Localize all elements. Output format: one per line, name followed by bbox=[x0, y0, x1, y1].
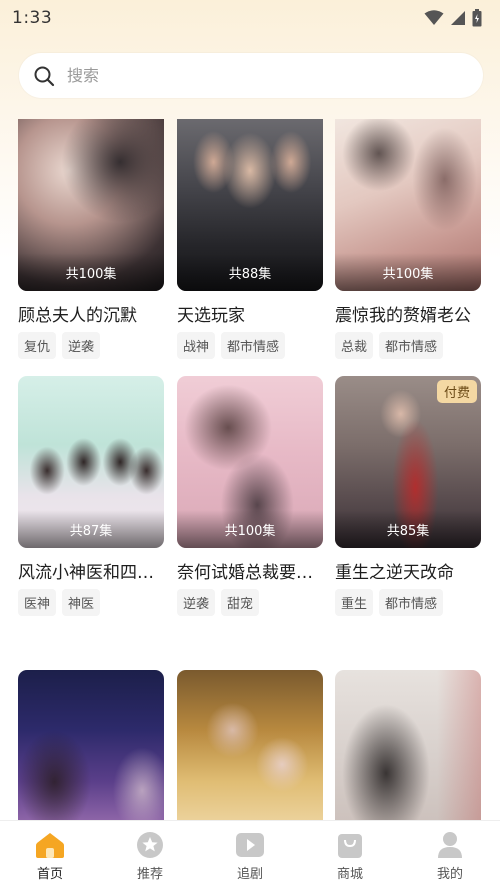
status-time: 1:33 bbox=[12, 8, 53, 28]
tab-profile[interactable]: 我的 bbox=[400, 821, 500, 889]
genre-tag: 甜宠 bbox=[221, 589, 260, 616]
drama-title[interactable]: 风流小神医和四个绝色师姐 bbox=[18, 558, 164, 583]
tab-label: 首页 bbox=[36, 867, 63, 882]
poster-figure bbox=[18, 670, 164, 820]
drama-poster[interactable] bbox=[335, 670, 481, 820]
drama-poster[interactable]: 共100集 bbox=[18, 119, 164, 291]
tag-list: 逆袭 甜宠 bbox=[177, 589, 325, 616]
search-bar[interactable] bbox=[19, 53, 483, 98]
drama-title[interactable]: 奈何试婚总裁要娶我 bbox=[177, 558, 323, 583]
episode-count: 共87集 bbox=[18, 510, 164, 548]
episode-count: 共100集 bbox=[18, 253, 164, 291]
genre-tag: 逆袭 bbox=[62, 332, 101, 359]
drama-poster[interactable]: 共87集 bbox=[18, 376, 164, 548]
tag-list: 重生 都市情感 bbox=[335, 589, 483, 616]
drama-card[interactable] bbox=[18, 670, 166, 820]
genre-tag: 逆袭 bbox=[177, 589, 216, 616]
genre-tag: 医神 bbox=[18, 589, 57, 616]
poster-figure bbox=[335, 670, 481, 820]
drama-title[interactable]: 天选玩家 bbox=[177, 301, 323, 326]
shop-bag-icon bbox=[338, 834, 362, 858]
episode-count: 共100集 bbox=[177, 510, 323, 548]
episode-count: 共100集 bbox=[335, 253, 481, 291]
drama-card[interactable]: 共100集 顾总夫人的沉默 复仇 逆袭 bbox=[18, 119, 166, 359]
genre-tag: 神医 bbox=[62, 589, 101, 616]
drama-poster[interactable]: 共100集 bbox=[335, 119, 481, 291]
genre-tag: 战神 bbox=[177, 332, 216, 359]
tab-label: 我的 bbox=[436, 867, 463, 882]
episode-count: 共88集 bbox=[177, 253, 323, 291]
tag-list: 复仇 逆袭 bbox=[18, 332, 166, 359]
drama-poster[interactable]: 共88集 bbox=[177, 119, 323, 291]
drama-title[interactable]: 顾总夫人的沉默 bbox=[18, 301, 164, 326]
drama-card[interactable]: 付费 共85集 重生之逆天改命 重生 都市情感 bbox=[335, 376, 483, 616]
bottom-tab-bar: 首页 推荐 追剧 商城 我的 bbox=[0, 820, 500, 889]
drama-title[interactable]: 重生之逆天改命 bbox=[335, 558, 481, 583]
tab-label: 追剧 bbox=[236, 867, 263, 882]
drama-poster[interactable]: 付费 共85集 bbox=[335, 376, 481, 548]
drama-card[interactable]: 共88集 天选玩家 战神 都市情感 bbox=[177, 119, 325, 359]
genre-tag: 都市情感 bbox=[221, 332, 286, 359]
tag-list: 总裁 都市情感 bbox=[335, 332, 483, 359]
tab-following[interactable]: 追剧 bbox=[200, 821, 300, 889]
episode-count: 共85集 bbox=[335, 510, 481, 548]
drama-card[interactable] bbox=[177, 670, 325, 820]
tab-label: 商城 bbox=[336, 867, 363, 882]
tag-list: 医神 神医 bbox=[18, 589, 166, 616]
paid-badge: 付费 bbox=[436, 380, 477, 403]
drama-title[interactable]: 震惊我的赘婿老公 bbox=[335, 301, 481, 326]
tab-home[interactable]: 首页 bbox=[0, 821, 100, 889]
star-icon bbox=[137, 832, 163, 858]
status-bar: 1:33 bbox=[0, 0, 500, 36]
drama-poster[interactable] bbox=[177, 670, 323, 820]
drama-card[interactable]: 共87集 风流小神医和四个绝色师姐 医神 神医 bbox=[18, 376, 166, 616]
drama-poster[interactable] bbox=[18, 670, 164, 820]
home-icon bbox=[36, 833, 64, 858]
poster-figure bbox=[177, 670, 323, 820]
search-icon bbox=[34, 66, 55, 86]
tab-recommend[interactable]: 推荐 bbox=[100, 821, 200, 889]
drama-card[interactable]: 共100集 震惊我的赘婿老公 总裁 都市情感 bbox=[335, 119, 483, 359]
genre-tag: 都市情感 bbox=[379, 332, 444, 359]
app-screen: 1:33 共100集 bbox=[0, 0, 500, 889]
person-icon bbox=[438, 832, 462, 858]
tab-label: 推荐 bbox=[136, 867, 163, 882]
genre-tag: 复仇 bbox=[18, 332, 57, 359]
search-input[interactable] bbox=[67, 66, 447, 85]
cell-signal-icon bbox=[451, 11, 465, 25]
battery-icon bbox=[472, 9, 482, 27]
drama-grid: 共100集 顾总夫人的沉默 复仇 逆袭 共88集 天选玩家 战神 都市情感 共1… bbox=[0, 119, 500, 820]
drama-card[interactable]: 共100集 奈何试婚总裁要娶我 逆袭 甜宠 bbox=[177, 376, 325, 616]
drama-card[interactable] bbox=[335, 670, 483, 820]
system-icons bbox=[424, 9, 482, 27]
genre-tag: 总裁 bbox=[335, 332, 374, 359]
genre-tag: 都市情感 bbox=[379, 589, 444, 616]
wifi-icon bbox=[424, 10, 444, 25]
play-icon bbox=[236, 833, 264, 857]
drama-poster[interactable]: 共100集 bbox=[177, 376, 323, 548]
tab-shop[interactable]: 商城 bbox=[300, 821, 400, 889]
genre-tag: 重生 bbox=[335, 589, 374, 616]
tag-list: 战神 都市情感 bbox=[177, 332, 325, 359]
